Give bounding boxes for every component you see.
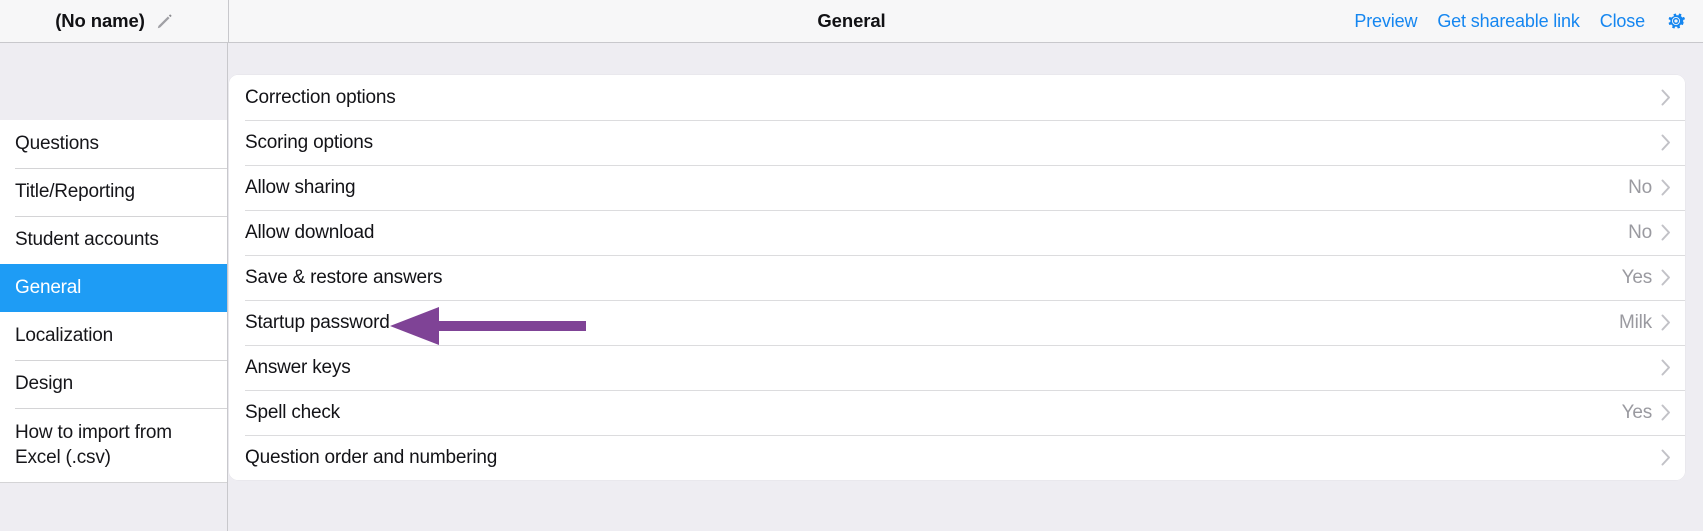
chevron-right-icon <box>1661 359 1670 376</box>
setting-row-startup-password[interactable]: Startup password Milk <box>229 300 1685 345</box>
header-bar: (No name) General Preview Get shareable … <box>0 0 1703 43</box>
sidebar-item-design[interactable]: Design <box>0 360 227 408</box>
sidebar-item-label: How to import from Excel (.csv) <box>15 422 172 468</box>
setting-row-allow-sharing[interactable]: Allow sharing No <box>229 165 1685 210</box>
setting-row-right <box>1652 359 1671 376</box>
setting-row-right: Yes <box>1622 402 1671 424</box>
setting-row-question-order-numbering[interactable]: Question order and numbering <box>229 435 1685 480</box>
setting-value: Milk <box>1619 311 1652 333</box>
setting-value: Yes <box>1621 401 1653 423</box>
setting-row-answer-keys[interactable]: Answer keys <box>229 345 1685 390</box>
setting-value: No <box>1628 176 1652 198</box>
setting-label: Save & restore answers <box>245 266 443 288</box>
sidebar-bottom-spacer <box>0 482 227 522</box>
get-shareable-link[interactable]: Get shareable link <box>1437 11 1580 32</box>
setting-row-right: No <box>1628 222 1671 244</box>
sidebar-item-label: Title/Reporting <box>15 181 135 202</box>
setting-label: Correction options <box>245 86 396 108</box>
setting-label: Allow download <box>245 221 375 243</box>
setting-label: Startup password <box>245 311 390 333</box>
setting-row-allow-download[interactable]: Allow download No <box>229 210 1685 255</box>
sidebar-item-label: Questions <box>15 133 99 154</box>
setting-row-correction-options[interactable]: Correction options <box>229 75 1685 120</box>
gear-icon[interactable] <box>1665 10 1687 32</box>
sidebar-item-label: Student accounts <box>15 229 159 250</box>
preview-link[interactable]: Preview <box>1354 11 1417 32</box>
sidebar-item-title-reporting[interactable]: Title/Reporting <box>0 168 227 216</box>
sidebar-item-how-to-import[interactable]: How to import from Excel (.csv) <box>0 408 227 482</box>
sidebar: Questions Title/Reporting Student accoun… <box>0 43 228 531</box>
header-actions: Preview Get shareable link Close <box>1354 0 1687 42</box>
setting-row-right <box>1652 89 1671 106</box>
setting-row-scoring-options[interactable]: Scoring options <box>229 120 1685 165</box>
sidebar-item-label: Localization <box>15 325 113 346</box>
settings-list-card: Correction options Scoring options Allow… <box>229 75 1685 480</box>
setting-row-right <box>1652 134 1671 151</box>
sidebar-item-questions[interactable]: Questions <box>0 120 227 168</box>
setting-value: Yes <box>1621 266 1653 288</box>
chevron-right-icon <box>1661 269 1670 286</box>
setting-row-right: No <box>1628 177 1671 199</box>
setting-row-right <box>1652 449 1671 466</box>
chevron-right-icon <box>1661 314 1670 331</box>
chevron-right-icon <box>1661 89 1670 106</box>
sidebar-item-localization[interactable]: Localization <box>0 312 227 360</box>
setting-label: Question order and numbering <box>245 446 498 468</box>
setting-row-save-restore-answers[interactable]: Save & restore answers Yes <box>229 255 1685 300</box>
chevron-right-icon <box>1661 134 1670 151</box>
main-content: Correction options Scoring options Allow… <box>229 43 1703 531</box>
setting-label: Scoring options <box>245 131 373 153</box>
close-link[interactable]: Close <box>1600 11 1645 32</box>
sidebar-nav-list: Questions Title/Reporting Student accoun… <box>0 120 227 482</box>
sidebar-top-spacer <box>0 43 227 120</box>
app-window: (No name) General Preview Get shareable … <box>0 0 1703 531</box>
setting-row-spell-check[interactable]: Spell check Yes <box>229 390 1685 435</box>
setting-value: No <box>1628 221 1652 243</box>
sidebar-item-general[interactable]: General <box>0 264 227 312</box>
chevron-right-icon <box>1661 404 1670 421</box>
setting-row-right: Milk <box>1619 312 1671 334</box>
sidebar-item-label: Design <box>15 373 73 394</box>
sidebar-item-student-accounts[interactable]: Student accounts <box>0 216 227 264</box>
setting-label: Allow sharing <box>245 176 356 198</box>
chevron-right-icon <box>1661 179 1670 196</box>
setting-row-right: Yes <box>1622 267 1671 289</box>
chevron-right-icon <box>1661 449 1670 466</box>
chevron-right-icon <box>1661 224 1670 241</box>
sidebar-item-label: General <box>15 277 82 298</box>
setting-label: Answer keys <box>245 356 351 378</box>
setting-label: Spell check <box>245 401 340 423</box>
